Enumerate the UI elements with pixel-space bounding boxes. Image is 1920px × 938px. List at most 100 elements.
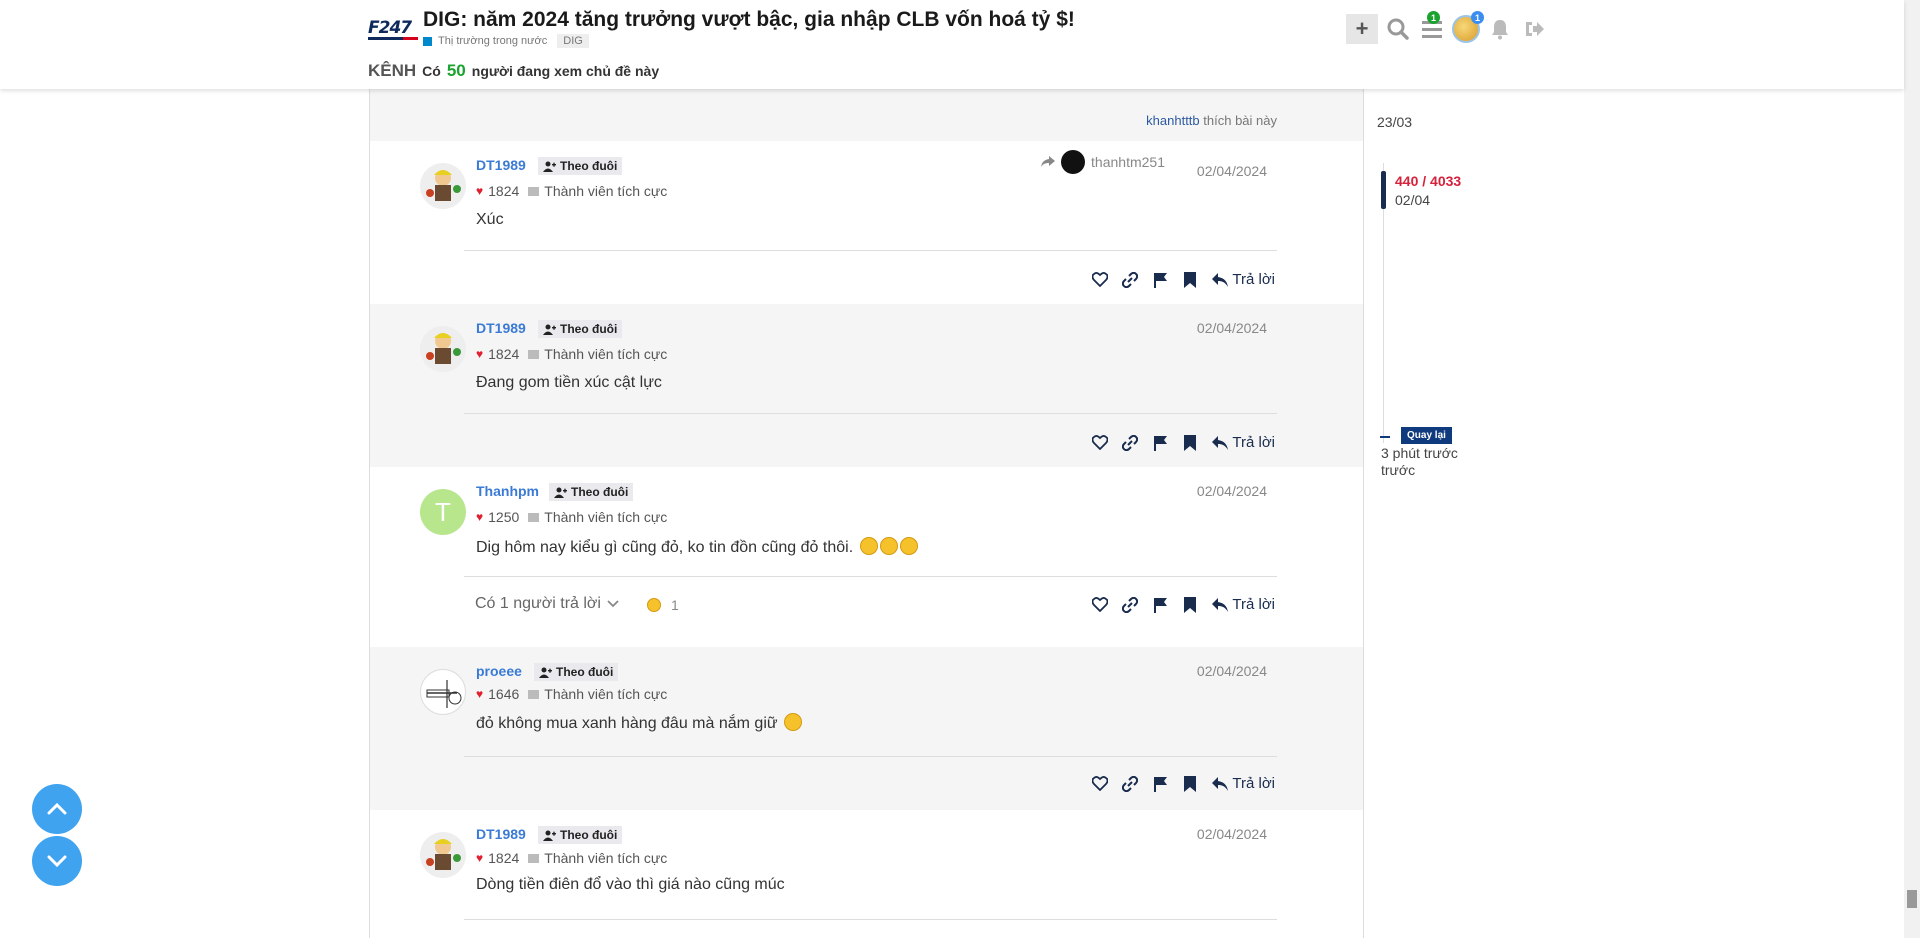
link-icon[interactable]: [1122, 434, 1139, 451]
bookmark-icon[interactable]: [1182, 434, 1198, 451]
flag-icon[interactable]: [1152, 435, 1168, 451]
hamburger-menu-icon[interactable]: 1: [1418, 11, 1446, 44]
follow-label: Theo đuôi: [571, 485, 629, 499]
like-icon[interactable]: [1092, 435, 1109, 451]
timeline-scroll-handle[interactable]: [1381, 171, 1386, 209]
heart-icon: ♥: [476, 851, 484, 865]
bookmark-icon[interactable]: [1182, 775, 1198, 792]
post-date[interactable]: 02/04/2024: [1197, 663, 1267, 679]
logo-text: F247: [368, 18, 412, 38]
reply-button[interactable]: Trả lời: [1212, 271, 1275, 288]
reply-button[interactable]: Trả lời: [1212, 434, 1275, 451]
post-item: T Thanhpm Theo đuôi ♥ 1250 Thành viên tí…: [370, 467, 1363, 647]
channel-label[interactable]: KÊNH: [368, 61, 416, 81]
post-divider: [464, 413, 1277, 414]
replies-toggle[interactable]: Có 1 người trả lời: [475, 595, 619, 613]
flag-icon[interactable]: [1152, 597, 1168, 613]
reply-to-username: thanhtm251: [1091, 154, 1165, 170]
heart-icon: ♥: [476, 687, 484, 701]
timeline-last-read-marker: [1380, 436, 1390, 438]
follow-button[interactable]: Theo đuôi: [549, 483, 634, 501]
user-meta: ♥ 1824 Thành viên tích cực: [476, 183, 667, 199]
reply-button[interactable]: Trả lời: [1212, 596, 1275, 613]
heart-icon: ♥: [476, 347, 484, 361]
reply-button[interactable]: Trả lời: [1212, 775, 1275, 792]
username[interactable]: DT1989: [476, 157, 526, 173]
avatar[interactable]: [420, 832, 466, 878]
like-icon[interactable]: [1092, 272, 1109, 288]
like-icon[interactable]: [1092, 597, 1109, 613]
bookmark-icon[interactable]: [1182, 596, 1198, 613]
reaction-count: 1: [671, 597, 679, 613]
rank-icon: [528, 349, 540, 359]
grinning-squint-emoji-icon: [899, 537, 918, 555]
bell-icon[interactable]: [1486, 14, 1514, 44]
category-link[interactable]: Thị trường trong nước: [438, 35, 547, 47]
post-stream: khanhtttb thích bài này DT1989 Theo đuôi…: [369, 89, 1364, 938]
bookmark-icon[interactable]: [1182, 271, 1198, 288]
post-date[interactable]: 02/04/2024: [1197, 826, 1267, 842]
username[interactable]: Thanhpm: [476, 483, 539, 499]
post-item: proeee Theo đuôi ♥ 1646 Thành viên tích …: [370, 647, 1363, 810]
username[interactable]: proeee: [476, 663, 522, 679]
avatar[interactable]: T: [420, 489, 466, 535]
reply-to-indicator[interactable]: thanhtm251: [1041, 150, 1165, 174]
like-icon[interactable]: [1092, 776, 1109, 792]
scroll-down-button[interactable]: [32, 836, 82, 886]
avatar[interactable]: [420, 669, 466, 715]
follow-label: Theo đuôi: [556, 665, 614, 679]
topic-header: F247 DIG: năm 2024 tăng trưởng vượt bậc,…: [0, 0, 1904, 89]
user-likes: 1824: [488, 850, 520, 866]
follow-button[interactable]: Theo đuôi: [538, 157, 623, 175]
heart-icon: ♥: [476, 184, 484, 198]
topic-title[interactable]: DIG: năm 2024 tăng trưởng vượt bậc, gia …: [423, 8, 1075, 32]
timeline-back-button[interactable]: Quay lại: [1401, 427, 1452, 444]
search-icon[interactable]: [1384, 14, 1412, 44]
liker-name[interactable]: khanhtttb: [1146, 113, 1200, 128]
timeline-end[interactable]: 3 phút trước trước: [1381, 445, 1481, 479]
site-logo[interactable]: F247: [368, 18, 418, 40]
post-date[interactable]: 02/04/2024: [1197, 483, 1267, 499]
post-content: đỏ không mua xanh hàng đâu mà nắm giữ: [476, 713, 803, 733]
scrollbar-thumb[interactable]: [1907, 890, 1917, 908]
topic-tag[interactable]: DIG: [557, 34, 589, 48]
post-item: DT1989 Theo đuôi ♥ 1824 Thành viên tích …: [370, 141, 1363, 304]
flag-icon[interactable]: [1152, 272, 1168, 288]
reply-arrow-icon: [1212, 435, 1229, 450]
new-topic-button[interactable]: +: [1346, 14, 1378, 44]
heart-icon: ♥: [476, 510, 484, 524]
follow-label: Theo đuôi: [560, 828, 618, 842]
link-icon[interactable]: [1122, 271, 1139, 288]
page-scrollbar[interactable]: [1904, 0, 1920, 938]
logout-icon[interactable]: [1520, 14, 1548, 44]
post-date[interactable]: 02/04/2024: [1197, 320, 1267, 336]
username[interactable]: DT1989: [476, 826, 526, 842]
timeline-start-date[interactable]: 23/03: [1377, 114, 1412, 130]
reaction-summary[interactable]: 1: [645, 597, 679, 613]
user-meta: ♥ 1824 Thành viên tích cực: [476, 346, 667, 362]
scroll-up-button[interactable]: [32, 784, 82, 834]
user-meta: ♥ 1646 Thành viên tích cực: [476, 686, 667, 702]
link-icon[interactable]: [1122, 596, 1139, 613]
user-rank: Thành viên tích cực: [544, 509, 668, 525]
viewers-suffix: người đang xem chủ đề này: [471, 63, 660, 79]
user-meta: ♥ 1250 Thành viên tích cực: [476, 509, 667, 525]
post-divider: [464, 756, 1277, 757]
replies-label: Có 1 người trả lời: [475, 595, 601, 612]
follow-button[interactable]: Theo đuôi: [538, 826, 623, 844]
user-plus-icon: [539, 667, 552, 678]
username[interactable]: DT1989: [476, 320, 526, 336]
smile-emoji-icon: [784, 713, 803, 731]
follow-button[interactable]: Theo đuôi: [534, 663, 619, 681]
user-plus-icon: [543, 324, 556, 335]
link-icon[interactable]: [1122, 775, 1139, 792]
follow-label: Theo đuôi: [560, 322, 618, 336]
avatar[interactable]: [420, 163, 466, 209]
user-avatar-button[interactable]: 1: [1452, 11, 1484, 44]
follow-button[interactable]: Theo đuôi: [538, 320, 623, 338]
post-date[interactable]: 02/04/2024: [1197, 163, 1267, 179]
flag-icon[interactable]: [1152, 776, 1168, 792]
post-item: DT1989 Theo đuôi ♥ 1824 Thành viên tích …: [370, 304, 1363, 467]
avatar[interactable]: [420, 326, 466, 372]
post-divider: [464, 576, 1277, 577]
